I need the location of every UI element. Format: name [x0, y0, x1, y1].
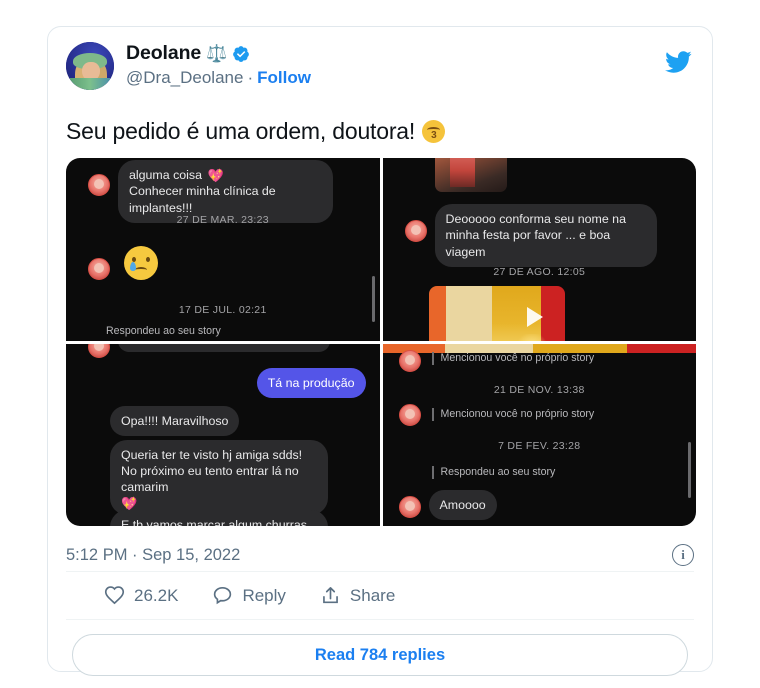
media-quadrant-top-right[interactable]: Deooooo conforma seu nome na minha festa… — [382, 158, 696, 341]
chat-scrollbar[interactable] — [371, 276, 375, 323]
chat-video-attachment[interactable] — [428, 286, 565, 341]
chat-timestamp: 27 DE AGO. 12:05 — [493, 266, 586, 279]
video-stripe — [541, 286, 565, 341]
play-icon[interactable] — [526, 307, 543, 328]
reply-button[interactable]: Reply — [212, 585, 286, 606]
tweet-text: Seu pedido é uma ordem, doutora! — [66, 116, 694, 146]
author-block: Deolane ⚖️ @Dra_Deolane · Follow — [126, 42, 311, 88]
reply-label: Reply — [242, 585, 286, 605]
chat-message-text: alguma coisa — [129, 168, 203, 183]
chat-system-message: Mencionou você no próprio story — [431, 351, 595, 365]
sparkling-heart-icon: 💖 — [121, 496, 138, 512]
read-replies-wrapper: Read 784 replies — [66, 620, 694, 677]
tweet-header: Deolane ⚖️ @Dra_Deolane · Follow — [66, 42, 694, 102]
handle-separator: · — [247, 68, 254, 88]
share-icon — [320, 585, 341, 606]
chat-avatar — [398, 349, 421, 372]
chat-photo-attachment — [434, 158, 507, 193]
media-quadrant-bottom-right[interactable]: Mencionou você no próprio story 21 DE NO… — [382, 343, 696, 527]
avatar-body — [70, 78, 110, 90]
chat-timestamp: 27 DE MAR. 23:23 — [176, 214, 269, 227]
share-label: Share — [349, 585, 396, 605]
tweet-timestamp-row: 5:12 PM · Sep 15, 2022 i — [66, 539, 694, 573]
chat-bubble-received: E tb vamos marcar algum churras né! — [110, 509, 328, 527]
chat-bubble-received: Queria ter te visto hj amiga sdds! No pr… — [110, 439, 328, 516]
chat-avatar — [88, 258, 110, 281]
scales-of-justice-icon: ⚖️ — [206, 44, 228, 64]
twitter-bird-icon — [662, 48, 694, 76]
follow-button[interactable]: Follow — [257, 68, 311, 88]
chat-system-message: Mencionou você no próprio story — [431, 407, 595, 421]
media-grid[interactable]: alguma coisa 💖 Conhecer minha clínica de… — [66, 158, 696, 527]
tweet-text-body: Seu pedido é uma ordem, doutora! — [66, 118, 416, 144]
chat-bubble-received: Amoooo — [428, 489, 497, 520]
like-count: 26.2K — [134, 585, 179, 605]
like-button[interactable]: 26.2K — [104, 585, 178, 606]
tweet-actions: 26.2K Reply Share — [66, 572, 694, 621]
chat-avatar — [398, 495, 421, 518]
chat-bubble-received: Opa!!!! Maravilhoso — [110, 405, 240, 436]
chat-avatar — [88, 343, 110, 358]
verified-badge-icon — [232, 45, 250, 63]
chat-avatar — [398, 403, 421, 426]
kissing-face-emoji — [422, 119, 446, 143]
tweet-card: Deolane ⚖️ @Dra_Deolane · Follow Seu ped… — [47, 26, 713, 677]
chat-avatar — [88, 174, 110, 197]
video-stripe — [428, 286, 447, 341]
sparkling-heart-icon: 💖 — [207, 168, 224, 184]
chat-scrollbar[interactable] — [688, 441, 691, 498]
author-handle-row: @Dra_Deolane · Follow — [126, 68, 311, 88]
chat-system-message: Respondeu ao seu story — [106, 325, 221, 338]
tweet-timestamp: 5:12 PM · Sep 15, 2022 — [66, 545, 241, 564]
chat-avatar — [404, 220, 427, 243]
chat-message-text: Conhecer minha clínica de implantes!!! — [129, 184, 276, 215]
heart-icon — [104, 585, 125, 606]
author-display-name[interactable]: Deolane — [126, 42, 201, 64]
author-handle[interactable]: @Dra_Deolane — [126, 68, 243, 88]
chat-bubble-sent: Tá na produção — [256, 367, 366, 398]
chat-system-message: Respondeu ao seu story — [431, 465, 556, 479]
chat-timestamp: 7 DE FEV. 23:28 — [498, 439, 581, 452]
video-stripe — [446, 286, 493, 341]
read-replies-button[interactable]: Read 784 replies — [72, 634, 688, 677]
chat-timestamp: 21 DE NOV. 13:38 — [493, 383, 585, 396]
media-quadrant-bottom-left[interactable]: Tá na produção Opa!!!! Maravilhoso Queri… — [66, 343, 380, 527]
chat-bubble-received-partial — [118, 343, 330, 352]
comment-icon — [212, 585, 233, 606]
chat-timestamp: 17 DE JUL. 02:21 — [178, 304, 267, 317]
share-button[interactable]: Share — [320, 585, 395, 606]
avatar[interactable] — [66, 42, 114, 90]
author-name-row: Deolane ⚖️ — [126, 42, 311, 64]
info-circle-icon[interactable]: i — [672, 544, 694, 567]
chat-message-text: Queria ter te visto hj amiga sdds! No pr… — [121, 447, 303, 495]
media-quadrant-top-left[interactable]: alguma coisa 💖 Conhecer minha clínica de… — [66, 158, 380, 341]
crying-face-emoji — [124, 246, 158, 281]
chat-bubble-received: Deooooo conforma seu nome na minha festa… — [434, 204, 657, 267]
